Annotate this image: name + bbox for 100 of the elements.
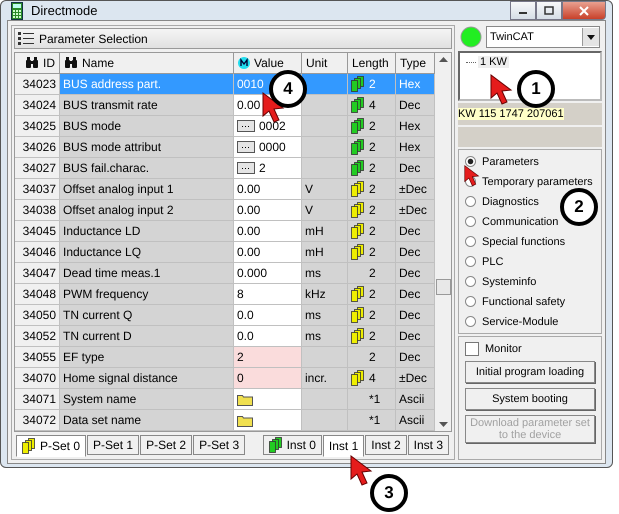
- length-text: 2: [369, 224, 376, 238]
- length-text: 2: [369, 350, 376, 364]
- value-text: 0: [237, 371, 244, 385]
- ellipsis-icon: [237, 162, 255, 174]
- table-row[interactable]: 34052 TN current D 0.0 ms 2 Dec: [15, 326, 435, 347]
- instance-tab[interactable]: Inst 0: [262, 435, 322, 455]
- instance-tab[interactable]: Inst 2: [365, 435, 407, 455]
- value-cell[interactable]: 8: [234, 284, 302, 305]
- parameter-set-tab[interactable]: P-Set 1: [87, 435, 140, 455]
- unit-cell: V: [302, 200, 348, 221]
- value-cell[interactable]: [234, 410, 302, 431]
- name-cell: BUS address part.: [60, 74, 234, 95]
- value-cell[interactable]: 0.0: [234, 326, 302, 347]
- value-cell[interactable]: 0.00: [234, 221, 302, 242]
- option-radio[interactable]: Service-Module: [465, 314, 558, 329]
- value-text: 0002: [259, 119, 286, 133]
- table-row[interactable]: 34026 BUS mode attribut 0000 2 Hex: [15, 137, 435, 158]
- value-cell[interactable]: 0.00: [234, 200, 302, 221]
- device-dropdown[interactable]: TwinCAT: [486, 26, 600, 48]
- monitor-checkbox[interactable]: Monitor: [465, 341, 522, 356]
- unit-cell: kHz: [302, 284, 348, 305]
- unit-cell: ms: [302, 326, 348, 347]
- value-text: 8: [237, 287, 244, 301]
- parameter-set-tab[interactable]: P-Set 3: [193, 435, 246, 455]
- option-radio[interactable]: PLC: [465, 254, 504, 269]
- table-row[interactable]: 34055 EF type 2 2 Dec: [15, 347, 435, 368]
- value-cell[interactable]: 0.0: [234, 305, 302, 326]
- value-cell[interactable]: 0.000: [234, 263, 302, 284]
- table-row[interactable]: 34046 Inductance LQ 0.00 mH 2 Dec: [15, 242, 435, 263]
- value-text: 0.00: [237, 245, 260, 259]
- maximize-button[interactable]: [536, 1, 562, 20]
- parameter-set-tab[interactable]: P-Set 0: [16, 435, 86, 457]
- instance-tab[interactable]: Inst 1: [322, 435, 364, 457]
- unit-cell: mH: [302, 221, 348, 242]
- table-row[interactable]: 34037 Offset analog input 1 0.00 V 2 ±Dec: [15, 179, 435, 200]
- table-row[interactable]: 34072 Data set name *1 Ascii: [15, 410, 435, 431]
- value-cell[interactable]: 2: [234, 158, 302, 179]
- table-row[interactable]: 34070 Home signal distance 0 incr. 4 ±Dec: [15, 368, 435, 389]
- option-radio[interactable]: Systeminfo: [465, 274, 536, 289]
- value-cell[interactable]: 0000: [234, 137, 302, 158]
- action-button[interactable]: Initial program loading: [465, 361, 595, 383]
- table-row[interactable]: 34025 BUS mode 0002 2 Hex: [15, 116, 435, 137]
- scroll-thumb[interactable]: [436, 279, 451, 295]
- table-row[interactable]: 34027 BUS fail.charac. 2 2 Dec: [15, 158, 435, 179]
- value-text: 0.00: [237, 224, 260, 238]
- scrollbar[interactable]: [435, 53, 451, 431]
- close-icon: [579, 6, 589, 16]
- unit-cell: [302, 74, 348, 95]
- option-radio[interactable]: Communication: [465, 214, 558, 229]
- table-row[interactable]: 34050 TN current Q 0.0 ms 2 Dec: [15, 305, 435, 326]
- value-text: 0.0: [237, 329, 254, 343]
- id-cell: 34052: [15, 326, 60, 347]
- value-cell[interactable]: 0.00: [234, 242, 302, 263]
- length-text: *1: [369, 413, 380, 427]
- option-radio[interactable]: Parameters: [465, 154, 539, 169]
- id-cell: 34045: [15, 221, 60, 242]
- table-row[interactable]: 34071 System name *1 Ascii: [15, 389, 435, 410]
- value-text: 0.000: [237, 266, 268, 280]
- length-text: 2: [369, 77, 376, 91]
- length-text: 2: [369, 245, 376, 259]
- minimize-button[interactable]: [510, 1, 536, 20]
- value-cell[interactable]: 2: [234, 347, 302, 368]
- id-cell: 34023: [15, 74, 60, 95]
- id-cell: 34048: [15, 284, 60, 305]
- value-cell[interactable]: 0: [234, 368, 302, 389]
- scroll-up-icon[interactable]: [438, 57, 448, 62]
- id-cell: 34024: [15, 95, 60, 116]
- option-radio[interactable]: Functional safety: [465, 294, 566, 309]
- column-header[interactable]: ID: [15, 53, 60, 74]
- unit-cell: [302, 137, 348, 158]
- instance-tab[interactable]: Inst 3: [408, 435, 449, 455]
- column-header[interactable]: Value: [234, 53, 302, 74]
- unit-cell: [302, 116, 348, 137]
- value-cell[interactable]: [234, 389, 302, 410]
- close-button[interactable]: [562, 1, 606, 20]
- option-radio[interactable]: Special functions: [465, 234, 566, 249]
- value-text: 0.00: [237, 98, 260, 112]
- unit-cell: V: [302, 179, 348, 200]
- value-cell[interactable]: 0.00: [234, 179, 302, 200]
- table-row[interactable]: 34045 Inductance LD 0.00 mH 2 Dec: [15, 221, 435, 242]
- column-header[interactable]: Length: [348, 53, 396, 74]
- scroll-down-icon[interactable]: [438, 422, 448, 427]
- table-row[interactable]: 34047 Dead time meas.1 0.000 ms 2 Dec: [15, 263, 435, 284]
- table-row[interactable]: 34038 Offset analog input 2 0.00 V 2 ±Dec: [15, 200, 435, 221]
- action-button[interactable]: System booting: [465, 388, 595, 410]
- value-text: 0.0: [237, 308, 254, 322]
- length-text: 2: [369, 329, 376, 343]
- ellipsis-icon: [237, 141, 255, 153]
- column-header[interactable]: Unit: [302, 53, 348, 74]
- table-row[interactable]: 34048 PWM frequency 8 kHz 2 Dec: [15, 284, 435, 305]
- unit-cell: [302, 389, 348, 410]
- type-cell: Hex: [396, 74, 435, 95]
- value-text: 2: [259, 161, 266, 175]
- column-header[interactable]: Type: [396, 53, 435, 74]
- option-radio[interactable]: Diagnostics: [465, 194, 539, 209]
- column-header[interactable]: Name: [60, 53, 234, 74]
- parameter-set-tab[interactable]: P-Set 2: [140, 435, 192, 455]
- tree-item[interactable]: 1 KW: [478, 56, 509, 68]
- folder-icon: [237, 414, 253, 426]
- value-cell[interactable]: 0002: [234, 116, 302, 137]
